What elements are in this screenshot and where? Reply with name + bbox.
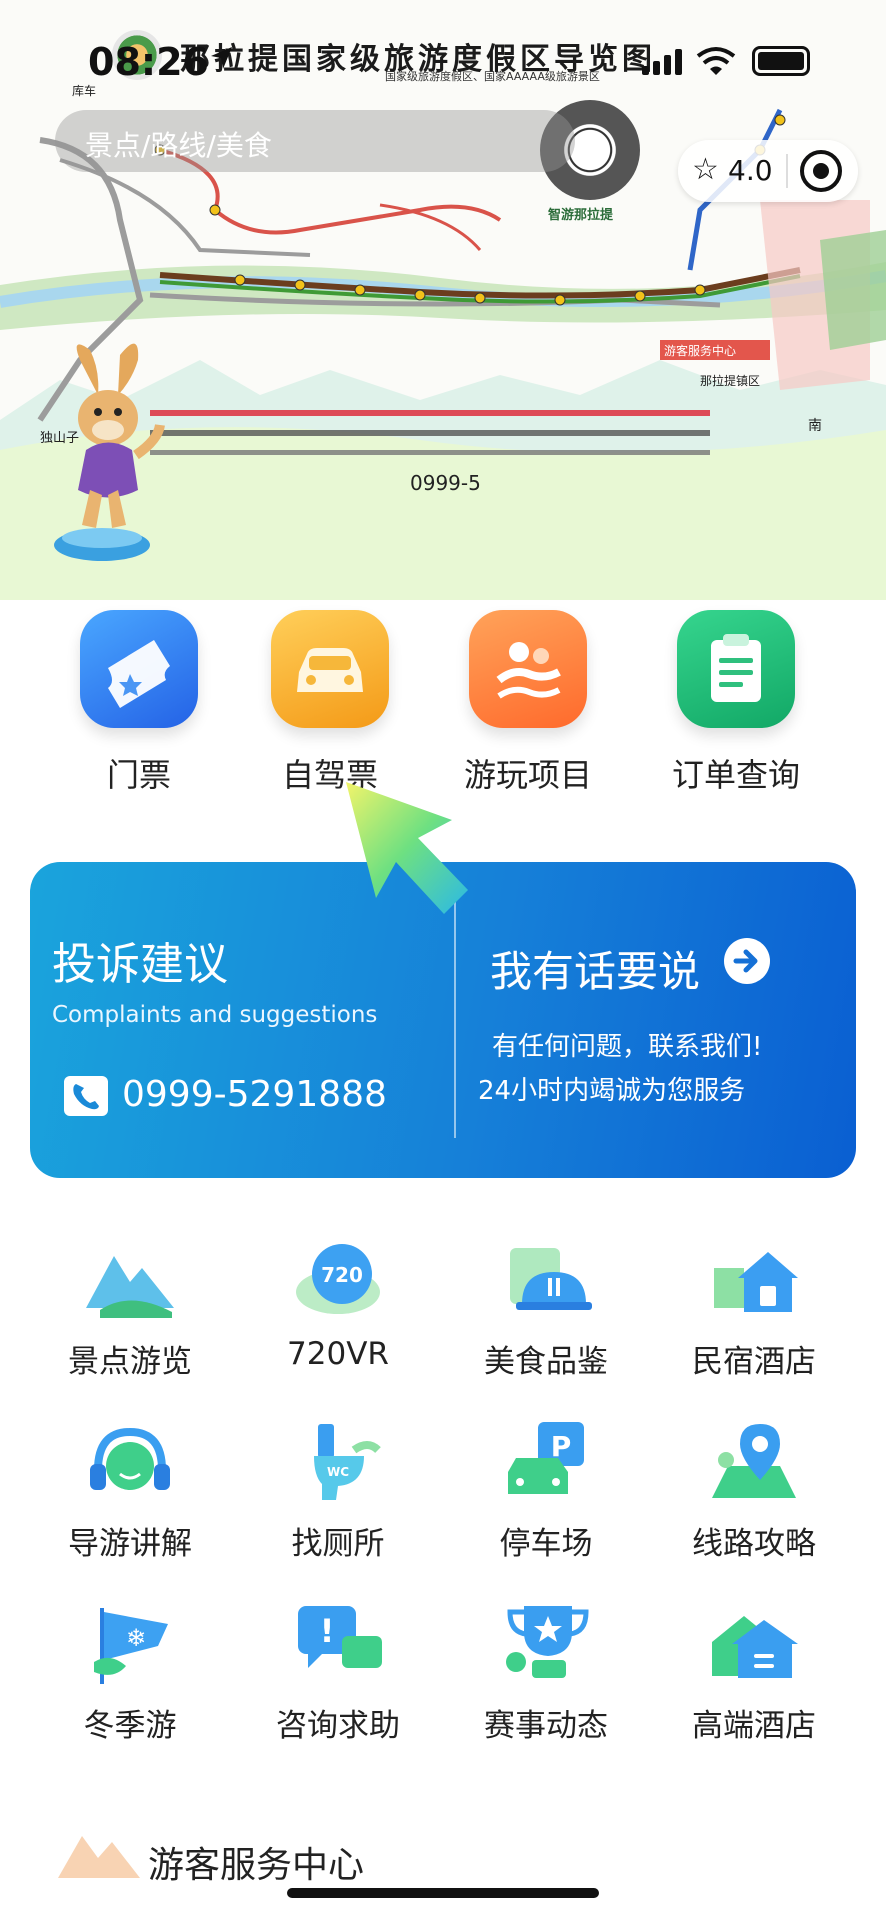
service-label-toilet: 找厕所 <box>291 1526 385 1562</box>
service-label-scenic: 景点游览 <box>68 1344 192 1380</box>
rating-pill[interactable]: ☆ 4.0 <box>678 140 858 202</box>
ticket-icon <box>80 610 198 728</box>
banner-subtitle: Complaints and suggestions <box>52 1002 378 1028</box>
service-item-food[interactable]: 美食品鉴 <box>451 1238 641 1381</box>
menu-label-orders: 订单查询 <box>671 756 800 794</box>
svg-text:!: ! <box>320 1612 335 1650</box>
service-label-guide: 导游讲解 <box>68 1526 192 1562</box>
svg-text:0999-5: 0999-5 <box>410 471 481 495</box>
menu-item-activities[interactable]: 游玩项目 <box>443 610 613 796</box>
arrow-right-circle-icon[interactable] <box>724 938 770 984</box>
service-label-routes: 线路攻略 <box>692 1526 816 1562</box>
main-menu: 门票 自驾票 游玩项目 订单查询 <box>0 610 886 794</box>
chat-bubble-icon: ! <box>288 1602 388 1686</box>
banner-phone[interactable]: 0999-5291888 <box>122 1074 387 1115</box>
service-item-guide[interactable]: 导游讲解 <box>35 1420 225 1563</box>
service-label-parking: 停车场 <box>499 1526 593 1562</box>
wifi-icon <box>696 47 736 75</box>
menu-item-self-drive[interactable]: 自驾票 <box>245 610 415 796</box>
car-icon <box>271 610 389 728</box>
service-item-toilet[interactable]: WC 找厕所 <box>243 1420 433 1563</box>
map-pin-icon <box>704 1420 804 1504</box>
clipboard-icon <box>677 610 795 728</box>
rating-value: 4.0 <box>728 154 773 187</box>
banner-desc-1: 有任何问题，联系我们! <box>492 1032 763 1062</box>
menu-label-ticket: 门票 <box>106 756 171 794</box>
parking-icon: P <box>496 1420 596 1504</box>
service-label-events: 赛事动态 <box>484 1708 608 1744</box>
rafting-icon <box>469 610 587 728</box>
service-item-events[interactable]: 赛事动态 <box>451 1602 641 1745</box>
service-item-scenic[interactable]: 景点游览 <box>35 1238 225 1381</box>
section-mountain-icon <box>58 1836 140 1878</box>
pointer-arrow-icon <box>346 782 468 914</box>
vr-720-icon: 720 <box>288 1238 388 1322</box>
banner-desc-2: 24小时内竭诚为您服务 <box>478 1076 746 1106</box>
search-placeholder: 景点/路线/美食 <box>85 129 272 162</box>
service-item-homestay[interactable]: 民宿酒店 <box>659 1238 849 1381</box>
phone-icon <box>64 1076 108 1116</box>
service-item-parking[interactable]: P 停车场 <box>451 1420 641 1563</box>
menu-item-ticket[interactable]: 门票 <box>54 610 224 796</box>
service-label-food: 美食品鉴 <box>484 1344 608 1380</box>
food-cloche-icon <box>496 1238 596 1322</box>
svg-text:南: 南 <box>808 418 822 434</box>
signal-icon <box>642 49 682 75</box>
svg-text:720: 720 <box>321 1263 363 1287</box>
section-title: 游客服务中心 <box>148 1845 365 1886</box>
service-item-luxury-hotel[interactable]: 高端酒店 <box>659 1602 849 1745</box>
service-label-winter: 冬季游 <box>83 1708 177 1744</box>
menu-item-orders[interactable]: 订单查询 <box>651 610 821 796</box>
service-label-consult: 咨询求助 <box>276 1708 400 1744</box>
svg-text:那拉提镇区: 那拉提镇区 <box>700 373 760 388</box>
service-label-luxury-hotel: 高端酒店 <box>692 1708 816 1744</box>
mountain-icon <box>80 1238 180 1322</box>
service-label-homestay: 民宿酒店 <box>692 1344 816 1380</box>
service-item-consult[interactable]: ! 咨询求助 <box>243 1602 433 1745</box>
svg-text:WC: WC <box>327 1465 349 1479</box>
locate-target-icon[interactable] <box>800 150 842 192</box>
snowflake-flag-icon: ❄ <box>80 1602 180 1686</box>
status-time: 08:26 <box>88 40 209 84</box>
service-label-vr: 720VR <box>287 1336 389 1372</box>
status-bar: 08:26 <box>0 0 886 120</box>
svg-text:❄: ❄ <box>126 1624 146 1652</box>
headphones-icon <box>80 1420 180 1504</box>
house-icon <box>704 1238 804 1322</box>
home-indicator[interactable] <box>287 1888 599 1898</box>
qr-label: 智游那拉提 <box>548 208 614 223</box>
qr-logo <box>570 130 610 170</box>
banner-title: 投诉建议 <box>52 939 228 990</box>
service-item-winter[interactable]: ❄ 冬季游 <box>35 1602 225 1745</box>
search-input[interactable]: 景点/路线/美食 <box>55 110 575 172</box>
pill-divider <box>786 154 788 188</box>
service-item-routes[interactable]: 线路攻略 <box>659 1420 849 1563</box>
battery-icon <box>752 46 810 76</box>
trophy-icon <box>496 1602 596 1686</box>
svg-text:游客服务中心: 游客服务中心 <box>664 343 736 358</box>
location-arrow-icon <box>211 47 232 69</box>
toilet-icon: WC <box>288 1420 388 1504</box>
hotel-icon <box>704 1602 804 1686</box>
map-hero[interactable]: 库车 独山子 游客服务中心 那拉提镇区 南 0999-5 那拉提国家级旅游度假区… <box>0 0 886 600</box>
mascot-rabbit <box>54 343 165 561</box>
service-item-vr[interactable]: 720 720VR <box>243 1238 433 1372</box>
banner-divider <box>454 902 456 1138</box>
star-icon[interactable]: ☆ <box>692 152 719 187</box>
banner-cta[interactable]: 我有话要说 <box>490 938 700 999</box>
